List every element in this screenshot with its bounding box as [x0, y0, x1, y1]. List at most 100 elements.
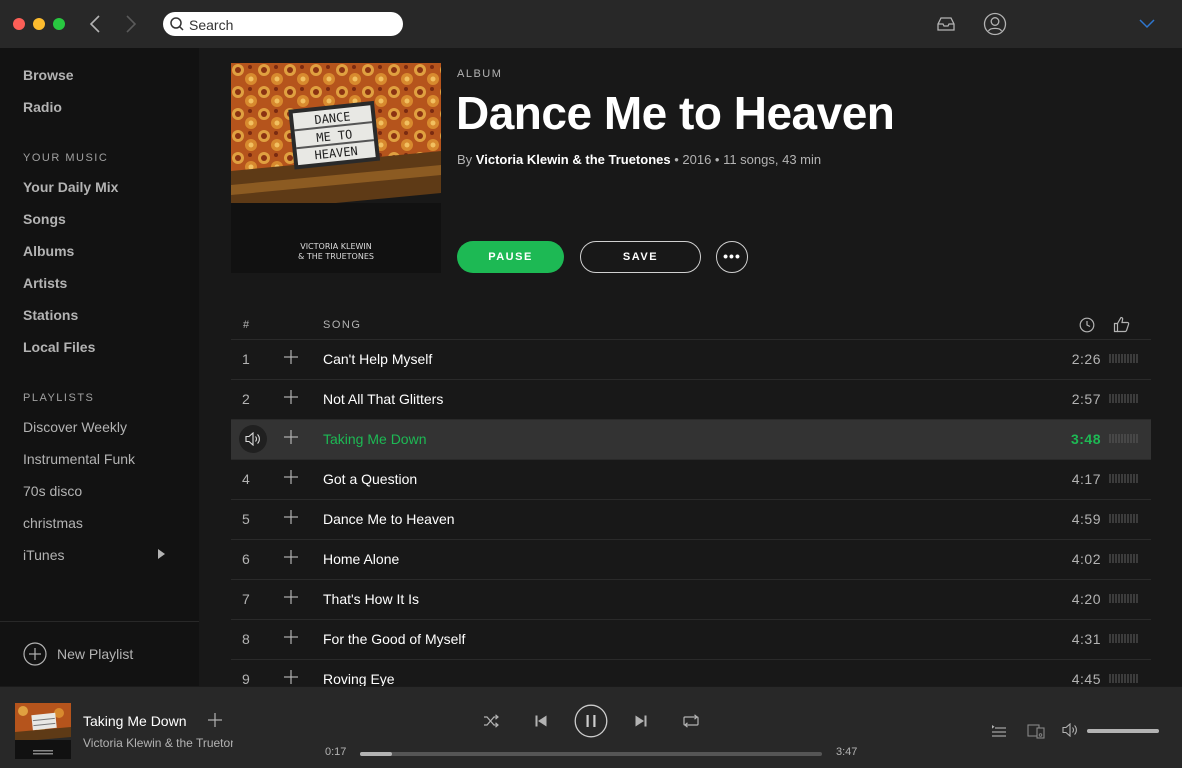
- column-header-number: #: [243, 319, 251, 331]
- track-title: Not All That Glitters: [323, 391, 444, 407]
- track-title: Can't Help Myself: [323, 351, 433, 367]
- add-icon[interactable]: [284, 590, 298, 604]
- track-row[interactable]: 4 Got a Question 4:17: [231, 459, 1151, 499]
- now-playing-speaker-button[interactable]: [239, 425, 267, 453]
- track-duration: 4:45: [1071, 671, 1101, 686]
- track-row[interactable]: 2 Not All That Glitters 2:57: [231, 379, 1151, 419]
- player-bar: Taking Me Down Victoria Klewin & the Tru…: [0, 686, 1182, 768]
- more-options-button[interactable]: •••: [716, 241, 748, 273]
- close-window-button[interactable]: [13, 18, 25, 30]
- user-profile-icon[interactable]: [983, 12, 1007, 36]
- cover-artist-line-2: & THE TRUETONES: [298, 252, 374, 261]
- clock-icon[interactable]: [1079, 317, 1095, 333]
- add-icon[interactable]: [284, 430, 298, 444]
- your-music-heading: YOUR MUSIC: [23, 152, 109, 164]
- sidebar-item-stations[interactable]: Stations: [23, 307, 78, 323]
- save-button[interactable]: SAVE: [580, 241, 701, 273]
- track-number: 8: [242, 631, 250, 647]
- queue-icon[interactable]: [991, 724, 1007, 738]
- chevron-down-icon[interactable]: [1139, 19, 1155, 29]
- sidebar-divider: [0, 621, 199, 622]
- popularity-bar-icon: [1109, 674, 1138, 683]
- track-row-playing[interactable]: Taking Me Down 3:48: [231, 419, 1151, 459]
- sidebar-item-songs[interactable]: Songs: [23, 211, 66, 227]
- search-input[interactable]: Search: [163, 12, 403, 36]
- pause-circle-button[interactable]: [574, 704, 608, 738]
- back-arrow-icon[interactable]: [85, 13, 105, 35]
- devices-icon[interactable]: [1027, 723, 1045, 739]
- track-duration: 4:20: [1071, 591, 1101, 607]
- track-title: Got a Question: [323, 471, 418, 487]
- previous-track-icon[interactable]: [535, 715, 547, 727]
- track-title: For the Good of Myself: [323, 631, 466, 647]
- cover-artist-line-1: VICTORIA KLEWIN: [300, 242, 372, 251]
- speaker-icon: [245, 432, 260, 446]
- add-icon[interactable]: [208, 713, 222, 727]
- track-duration: 4:17: [1071, 471, 1101, 487]
- pause-button[interactable]: PAUSE: [457, 241, 564, 273]
- search-placeholder: Search: [189, 17, 234, 33]
- volume-icon[interactable]: [1062, 723, 1080, 737]
- add-icon[interactable]: [284, 550, 298, 564]
- playlist-item-itunes[interactable]: iTunes: [23, 547, 65, 563]
- progress-bar[interactable]: [360, 752, 822, 756]
- playlist-item-instrumental-funk[interactable]: Instrumental Funk: [23, 451, 135, 467]
- playlist-item-70s-disco[interactable]: 70s disco: [23, 483, 82, 499]
- track-duration: 4:31: [1071, 631, 1101, 647]
- popularity-bar-icon: [1109, 594, 1138, 603]
- playlist-item-christmas[interactable]: christmas: [23, 515, 83, 531]
- column-header-song[interactable]: SONG: [323, 319, 361, 331]
- track-row[interactable]: 1 Can't Help Myself 2:26: [231, 339, 1151, 379]
- track-number: 5: [242, 511, 250, 527]
- album-type-label: ALBUM: [457, 68, 503, 80]
- popularity-bar-icon: [1109, 354, 1138, 363]
- sidebar-item-albums[interactable]: Albums: [23, 243, 74, 259]
- new-playlist-label: New Playlist: [57, 646, 134, 662]
- add-icon[interactable]: [284, 510, 298, 524]
- now-playing-artist[interactable]: Victoria Klewin & the Truetones: [83, 736, 233, 750]
- sidebar-item-browse[interactable]: Browse: [23, 67, 74, 83]
- add-icon[interactable]: [284, 670, 298, 684]
- thumbs-up-icon[interactable]: [1113, 316, 1130, 333]
- shuffle-icon[interactable]: [483, 714, 499, 728]
- track-row[interactable]: 7 That's How It Is 4:20: [231, 579, 1151, 619]
- add-icon[interactable]: [284, 390, 298, 404]
- track-title: Home Alone: [323, 551, 400, 567]
- sidebar-item-artists[interactable]: Artists: [23, 275, 67, 291]
- track-row[interactable]: 5 Dance Me to Heaven 4:59: [231, 499, 1151, 539]
- add-icon[interactable]: [284, 630, 298, 644]
- track-title: Dance Me to Heaven: [323, 511, 455, 527]
- track-title: Taking Me Down: [323, 431, 427, 447]
- track-duration: 2:57: [1071, 391, 1101, 407]
- repeat-icon[interactable]: [683, 714, 699, 728]
- popularity-bar-icon: [1109, 434, 1138, 443]
- track-list: 1 Can't Help Myself 2:26 2 Not All That …: [231, 339, 1151, 686]
- playlist-item-discover-weekly[interactable]: Discover Weekly: [23, 419, 127, 435]
- minimize-window-button[interactable]: [33, 18, 45, 30]
- sidebar-item-radio[interactable]: Radio: [23, 99, 62, 115]
- sidebar: Browse Radio YOUR MUSIC Your Daily Mix S…: [0, 48, 199, 686]
- track-title: That's How It Is: [323, 591, 420, 607]
- track-row[interactable]: 9 Roving Eye 4:45: [231, 659, 1151, 686]
- next-track-icon[interactable]: [635, 715, 647, 727]
- forward-arrow-icon[interactable]: [121, 13, 141, 35]
- expand-arrow-icon[interactable]: [158, 549, 165, 559]
- track-row[interactable]: 6 Home Alone 4:02: [231, 539, 1151, 579]
- add-icon[interactable]: [284, 470, 298, 484]
- now-playing-title[interactable]: Taking Me Down: [83, 713, 187, 729]
- artist-link[interactable]: Victoria Klewin & the Truetones: [476, 152, 671, 167]
- sidebar-item-local-files[interactable]: Local Files: [23, 339, 95, 355]
- sidebar-item-daily-mix[interactable]: Your Daily Mix: [23, 179, 118, 195]
- playlists-heading: PLAYLISTS: [23, 392, 95, 404]
- track-number: 6: [242, 551, 250, 567]
- now-playing-cover[interactable]: [15, 703, 71, 759]
- popularity-bar-icon: [1109, 634, 1138, 643]
- volume-slider[interactable]: [1087, 729, 1159, 733]
- track-row[interactable]: 8 For the Good of Myself 4:31: [231, 619, 1151, 659]
- track-number: 2: [242, 391, 250, 407]
- zoom-window-button[interactable]: [53, 18, 65, 30]
- search-icon: [170, 17, 184, 31]
- more-dots-icon: •••: [723, 248, 741, 264]
- inbox-icon[interactable]: [936, 16, 956, 32]
- add-icon[interactable]: [284, 350, 298, 364]
